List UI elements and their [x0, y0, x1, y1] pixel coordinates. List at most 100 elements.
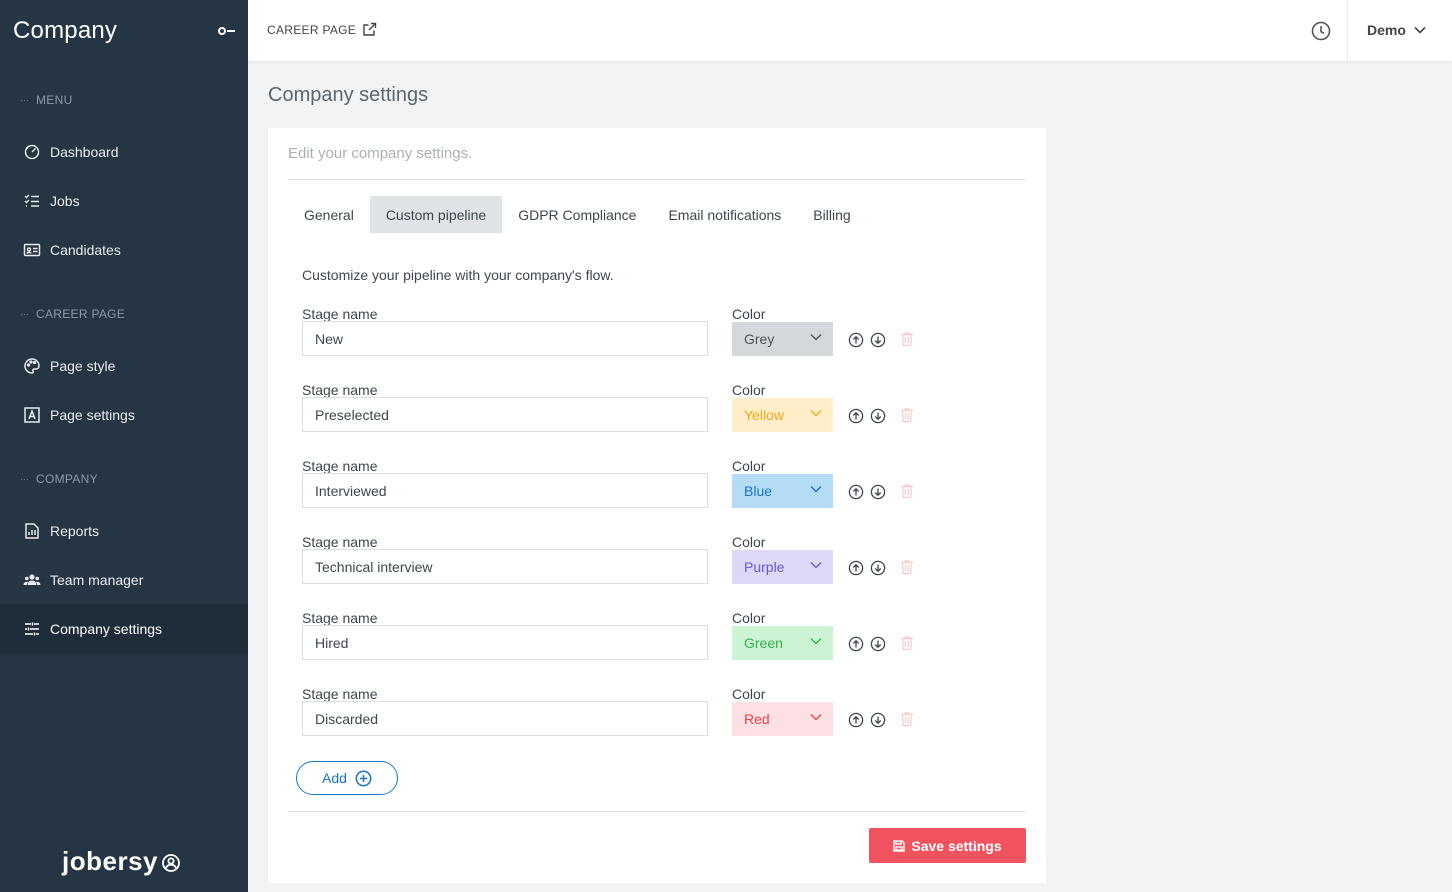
id-card-icon: [23, 241, 41, 259]
jobersy-logo: jobersy: [62, 846, 181, 877]
move-up-icon[interactable]: [848, 332, 864, 348]
clock-icon[interactable]: [1311, 21, 1331, 41]
move-up-icon[interactable]: [848, 408, 864, 424]
career-page-link[interactable]: CAREER PAGE: [267, 22, 377, 37]
sidebar-item-label: Company settings: [50, 621, 163, 637]
stage-name-input[interactable]: Interviewed: [302, 473, 708, 508]
user-menu[interactable]: Demo: [1367, 22, 1426, 38]
delete-stage-icon[interactable]: [900, 483, 914, 499]
delete-stage-icon[interactable]: [900, 711, 914, 727]
team-icon: [23, 571, 41, 589]
pipeline-stage-row: Stage name Color Hired Green: [302, 610, 942, 686]
stage-name-label: Stage name: [302, 306, 378, 322]
move-down-icon[interactable]: [870, 332, 886, 348]
brand-name: Company: [13, 17, 118, 44]
move-up-icon[interactable]: [848, 484, 864, 500]
topbar: CAREER PAGE Demo: [248, 0, 1452, 62]
sidebar-item-jobs[interactable]: Jobs: [0, 176, 248, 225]
delete-stage-icon[interactable]: [900, 331, 914, 347]
chevron-down-icon: [810, 486, 822, 493]
move-down-icon[interactable]: [870, 712, 886, 728]
color-select-value: Green: [744, 635, 783, 651]
move-down-icon[interactable]: [870, 484, 886, 500]
sidebar-item-team-manager[interactable]: Team manager: [0, 555, 248, 604]
divider: [288, 179, 1026, 180]
save-settings-button[interactable]: Save settings: [869, 828, 1026, 863]
sidebar-item-dashboard[interactable]: Dashboard: [0, 127, 248, 176]
sidebar-toggle-icon[interactable]: [218, 26, 236, 36]
tab-billing[interactable]: Billing: [797, 196, 866, 233]
stage-name-input[interactable]: Technical interview: [302, 549, 708, 584]
plus-circle-icon: [355, 770, 372, 786]
move-down-icon[interactable]: [870, 408, 886, 424]
reorder-controls: [848, 560, 886, 576]
tab-gdpr-compliance[interactable]: GDPR Compliance: [502, 196, 652, 233]
floppy-disk-icon: [893, 839, 906, 852]
sliders-icon: [23, 620, 41, 638]
color-select[interactable]: Green: [732, 626, 833, 660]
section-menu: ··· MENU: [20, 93, 73, 107]
color-select[interactable]: Red: [732, 702, 833, 736]
page-settings-icon: [23, 406, 41, 424]
chevron-down-icon: [810, 410, 822, 417]
delete-stage-icon[interactable]: [900, 407, 914, 423]
color-select-value: Purple: [744, 559, 785, 575]
stage-name-label: Stage name: [302, 686, 378, 702]
reorder-controls: [848, 408, 886, 424]
color-select-value: Red: [744, 711, 770, 727]
sidebar-item-label: Reports: [50, 522, 100, 539]
pipeline-stage-row: Stage name Color Discarded Red: [302, 686, 942, 762]
sidebar-item-label: Team manager: [50, 571, 144, 588]
section-career-page: ··· CAREER PAGE: [20, 307, 126, 321]
section-company: ··· COMPANY: [20, 472, 98, 486]
color-select[interactable]: Purple: [732, 550, 833, 584]
user-circle-icon: [162, 854, 180, 872]
sidebar-item-label: Page style: [50, 357, 116, 374]
stage-name-input[interactable]: Hired: [302, 625, 708, 660]
color-select[interactable]: Blue: [732, 474, 833, 508]
color-label: Color: [732, 534, 766, 550]
add-stage-button[interactable]: Add: [296, 761, 398, 795]
reorder-controls: [848, 484, 886, 500]
stage-name-input[interactable]: New: [302, 321, 708, 356]
sidebar-item-reports[interactable]: Reports: [0, 506, 248, 555]
sidebar-item-page-settings[interactable]: Page settings: [0, 390, 248, 439]
stage-name-label: Stage name: [302, 458, 378, 474]
stage-name-label: Stage name: [302, 534, 378, 550]
sidebar-item-candidates[interactable]: Candidates: [0, 225, 248, 274]
delete-stage-icon[interactable]: [900, 635, 914, 651]
chevron-down-icon: [810, 334, 822, 341]
color-select[interactable]: Grey: [732, 322, 833, 356]
tab-email-notifications[interactable]: Email notifications: [652, 196, 797, 233]
color-label: Color: [732, 382, 766, 398]
reorder-controls: [848, 332, 886, 348]
stage-name-input[interactable]: Preselected: [302, 397, 708, 432]
tab-general[interactable]: General: [288, 196, 370, 233]
move-down-icon[interactable]: [870, 560, 886, 576]
pipeline-stage-row: Stage name Color Preselected Yellow: [302, 382, 942, 458]
pipeline-stage-row: Stage name Color Technical interview Pur…: [302, 534, 942, 610]
list-icon: [23, 192, 41, 210]
external-link-icon: [363, 22, 377, 36]
move-up-icon[interactable]: [848, 712, 864, 728]
card-subtitle: Edit your company settings.: [288, 145, 473, 162]
chevron-down-icon: [1414, 26, 1426, 34]
move-up-icon[interactable]: [848, 636, 864, 652]
delete-stage-icon[interactable]: [900, 559, 914, 575]
reorder-controls: [848, 712, 886, 728]
settings-card: Edit your company settings. General Cust…: [268, 128, 1046, 883]
pipeline-stage-row: Stage name Color Interviewed Blue: [302, 458, 942, 534]
sidebar-item-company-settings[interactable]: Company settings: [0, 604, 248, 654]
move-down-icon[interactable]: [870, 636, 886, 652]
tab-custom-pipeline[interactable]: Custom pipeline: [369, 196, 503, 233]
sidebar-item-label: Candidates: [50, 241, 121, 258]
sidebar-item-page-style[interactable]: Page style: [0, 341, 248, 390]
chevron-down-icon: [810, 714, 822, 721]
stage-name-input[interactable]: Discarded: [302, 701, 708, 736]
color-select-value: Grey: [744, 331, 775, 347]
pipeline-intro: Customize your pipeline with your compan…: [302, 267, 614, 283]
settings-tabs: General Custom pipeline GDPR Compliance …: [288, 196, 867, 233]
color-select[interactable]: Yellow: [732, 398, 833, 432]
color-label: Color: [732, 686, 766, 702]
move-up-icon[interactable]: [848, 560, 864, 576]
